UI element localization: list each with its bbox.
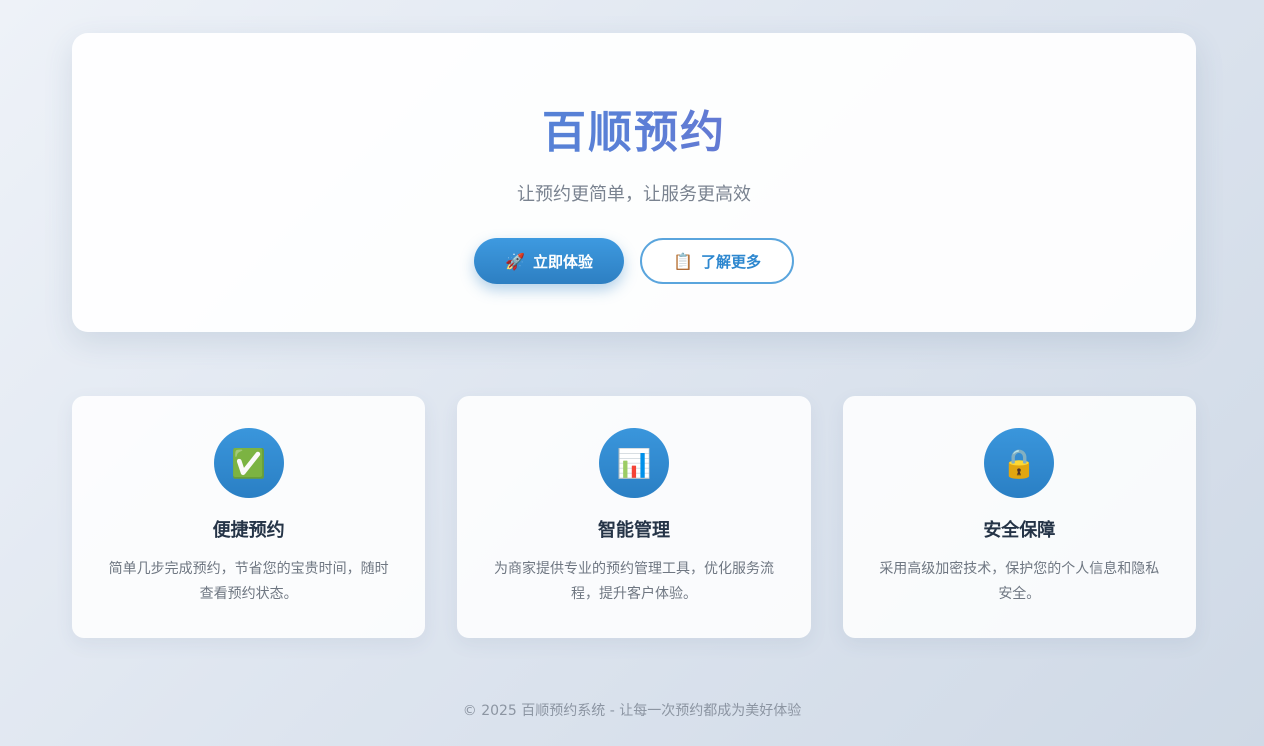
- hero-actions: 🚀 立即体验 📋 了解更多: [72, 238, 1196, 284]
- feature-desc: 为商家提供专业的预约管理工具，优化服务流程，提升客户体验。: [493, 561, 774, 602]
- try-now-button[interactable]: 🚀 立即体验: [474, 238, 624, 284]
- try-now-label: 立即体验: [532, 252, 593, 271]
- learn-more-label: 了解更多: [700, 252, 761, 271]
- feature-desc: 采用高级加密技术，保护您的个人信息和隐私安全。: [879, 561, 1160, 602]
- rocket-icon: 🚀: [505, 251, 525, 271]
- footer-text: © 2025 百顺预约系统 - 让每一次预约都成为美好体验: [462, 703, 802, 719]
- check-icon: ✅: [213, 428, 284, 498]
- feature-card-security: 🔒 安全保障 采用高级加密技术，保护您的个人信息和隐私安全。: [842, 396, 1196, 638]
- clipboard-icon: 📋: [673, 251, 693, 271]
- hero-card: 百顺预约 让预约更简单，让服务更高效 🚀 立即体验 📋 了解更多: [72, 33, 1196, 332]
- feature-title: 便捷预约: [212, 520, 285, 541]
- learn-more-button[interactable]: 📋 了解更多: [640, 238, 794, 284]
- feature-desc: 简单几步完成预约，节省您的宝贵时间，随时查看预约状态。: [108, 561, 389, 602]
- page-subtitle: 让预约更简单，让服务更高效: [517, 184, 751, 205]
- page-title: 百顺预约: [72, 108, 1196, 157]
- features-section: ✅ 便捷预约 简单几步完成预约，节省您的宝贵时间，随时查看预约状态。 📊 智能管…: [72, 396, 1196, 638]
- feature-card-convenient: ✅ 便捷预约 简单几步完成预约，节省您的宝贵时间，随时查看预约状态。: [72, 396, 426, 638]
- feature-card-management: 📊 智能管理 为商家提供专业的预约管理工具，优化服务流程，提升客户体验。: [457, 396, 811, 638]
- feature-title: 智能管理: [597, 520, 670, 541]
- feature-title: 安全保障: [983, 520, 1056, 541]
- chart-icon: 📊: [598, 428, 669, 498]
- lock-icon: 🔒: [984, 428, 1055, 498]
